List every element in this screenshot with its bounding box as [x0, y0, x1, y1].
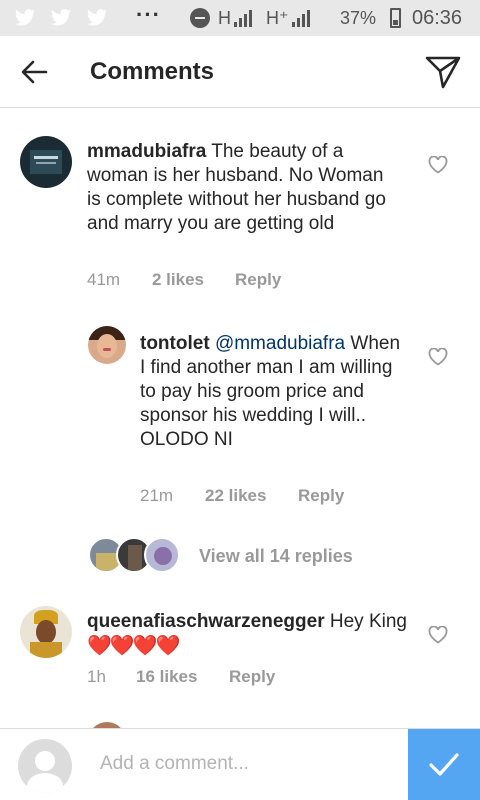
comment-time: 21m [140, 486, 174, 505]
status-bar: ··· H H⁺ 37% 06:36 [0, 0, 480, 36]
avatar[interactable] [20, 136, 72, 188]
mention-link[interactable]: @mmadubiafra [215, 333, 345, 354]
direct-send-icon[interactable] [424, 54, 462, 90]
comment-body-line: OLODO NI [140, 429, 233, 450]
clock: 06:36 [412, 7, 463, 29]
network-type: H⁺ [266, 8, 289, 28]
comment-input[interactable] [100, 747, 390, 781]
avatar [144, 537, 180, 573]
twitter-icon [14, 9, 36, 26]
battery-percent: 37% [340, 8, 377, 28]
post-comment-button[interactable] [408, 729, 480, 800]
like-heart-icon[interactable] [428, 626, 448, 644]
view-all-replies-link[interactable]: View all 14 replies [199, 546, 353, 567]
comment-likes[interactable]: 22 likes [205, 486, 266, 506]
comment-likes[interactable]: 2 likes [152, 270, 204, 290]
comment-body: Hey King [329, 611, 407, 632]
signal-icon [292, 10, 310, 27]
comment-time: 1h [87, 667, 106, 686]
user-avatar-placeholder [18, 739, 72, 793]
back-arrow-icon[interactable] [18, 56, 50, 88]
like-heart-icon[interactable] [428, 156, 448, 174]
comment-username[interactable]: mmadubiafra [87, 141, 206, 162]
comment-text: tontolet @mmadubiafra When I find anothe… [140, 332, 410, 452]
comment-composer [0, 728, 480, 800]
comment-likes[interactable]: 16 likes [136, 667, 197, 687]
checkmark-icon [429, 753, 459, 776]
reply-button[interactable]: Reply [235, 270, 281, 290]
do-not-disturb-icon [190, 8, 210, 28]
battery-icon [390, 8, 401, 28]
comment-time: 41m [87, 270, 121, 289]
comment-text: mmadubiafra The beauty of a woman is her… [87, 140, 397, 236]
reply-button[interactable]: Reply [229, 667, 275, 687]
avatar[interactable] [20, 606, 72, 658]
signal-icon [234, 10, 252, 27]
like-heart-icon[interactable] [428, 348, 448, 366]
network-type: H [218, 8, 231, 28]
twitter-icon [50, 9, 72, 26]
page-title: Comments [90, 58, 215, 85]
avatar[interactable] [88, 326, 126, 364]
comments-header: Comments [0, 36, 480, 108]
heart-emojis: ❤️❤️❤️❤️ [87, 635, 181, 657]
twitter-icon [86, 9, 108, 26]
comment-text: queenafiaschwarzenegger Hey King ❤️❤️❤️❤… [87, 610, 407, 659]
more-notifications-icon: ··· [136, 2, 161, 27]
comment-username[interactable]: queenafiaschwarzenegger [87, 611, 325, 632]
comment-username[interactable]: tontolet [140, 333, 210, 354]
reply-button[interactable]: Reply [298, 486, 344, 506]
